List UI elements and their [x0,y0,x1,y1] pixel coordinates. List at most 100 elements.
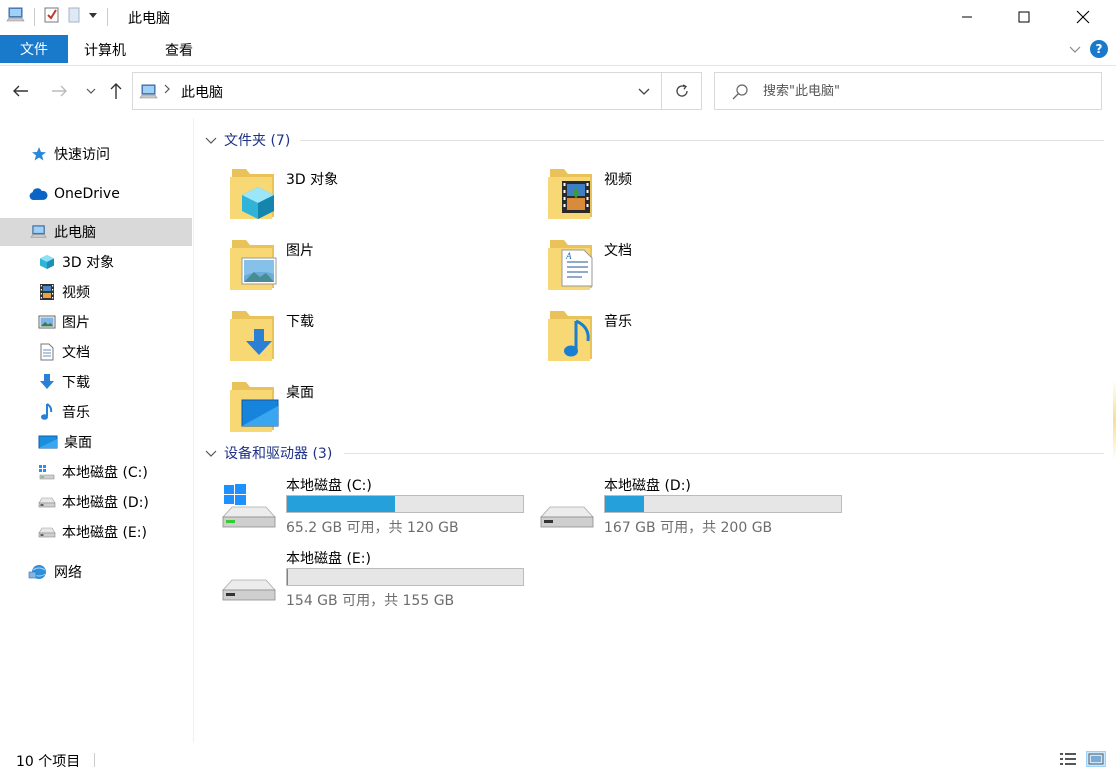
chevron-down-icon[interactable] [637,85,651,101]
breadcrumb-chevron-icon[interactable] [163,83,171,98]
drive-e[interactable]: 本地磁盘 (E:) 154 GB 可用，共 155 GB [222,548,524,610]
minimize-button[interactable] [944,0,990,33]
folder-videos[interactable]: 视频 [546,165,846,229]
sidebar-item-downloads[interactable]: 下载 [0,368,192,396]
status-bar: 10 个项目 [0,745,1116,773]
sidebar-item-documents[interactable]: 文档 [0,338,192,366]
cloud-icon [28,185,48,203]
sidebar-item-this-pc[interactable]: 此电脑 [0,218,192,246]
maximize-button[interactable] [1001,0,1047,33]
status-divider [94,753,95,767]
drive-space-info: 154 GB 可用，共 155 GB [286,593,455,609]
video-icon [548,169,592,219]
window-title: 此电脑 [128,11,170,27]
sidebar-item-label: 本地磁盘 (C:) [62,465,148,481]
folder-desktop[interactable]: 桌面 [228,378,528,442]
sidebar-item-label: 文档 [62,345,90,361]
drive-name: 本地磁盘 (D:) [604,478,691,494]
drive-c[interactable]: 本地磁盘 (C:) 65.2 GB 可用，共 120 GB [222,475,524,537]
folder-label: 桌面 [286,385,314,401]
sidebar-item-label: 桌面 [64,435,92,451]
address-bar[interactable]: 此电脑 [132,72,662,110]
folder-label: 音乐 [604,314,632,330]
group-header-label: 设备和驱动器 (3) [224,446,333,462]
back-button[interactable] [10,80,32,102]
navigation-bar: 此电脑 [0,67,1116,117]
sidebar-item-3d-objects[interactable]: 3D 对象 [0,248,192,276]
cube-icon [230,169,274,219]
sidebar-item-label: 音乐 [62,405,90,421]
drive-usage-fill [287,569,289,585]
customize-toolbar-icon[interactable] [87,9,99,25]
sidebar-item-onedrive[interactable]: OneDrive [0,180,192,208]
sidebar-item-drive-e[interactable]: 本地磁盘 (E:) [0,518,192,546]
group-header-folders[interactable]: 文件夹 (7) [204,130,290,150]
help-button[interactable]: ? [1090,40,1108,58]
search-input[interactable] [763,81,1083,101]
tab-view[interactable]: 查看 [165,40,193,60]
details-view-button[interactable] [1058,751,1078,767]
download-icon [38,373,56,391]
breadcrumb-this-pc[interactable]: 此电脑 [181,82,223,102]
star-icon [30,145,48,163]
title-bar: 此电脑 [0,0,1116,33]
sidebar-item-label: 图片 [62,315,90,331]
refresh-button[interactable] [662,72,702,110]
sidebar-item-label: 本地磁盘 (E:) [62,525,147,541]
folder-downloads[interactable]: 下载 [228,307,528,371]
sidebar-item-pictures[interactable]: 图片 [0,308,192,336]
drive-usage-bar [286,568,524,586]
toolbar-divider [34,8,35,26]
sidebar-item-network[interactable]: 网络 [0,558,192,586]
drive-icon [540,506,594,528]
music-icon [38,403,56,421]
pane-divider[interactable] [193,118,194,743]
sidebar-item-videos[interactable]: 视频 [0,278,192,306]
sidebar-item-label: 网络 [54,565,82,581]
drive-d[interactable]: 本地磁盘 (D:) 167 GB 可用，共 200 GB [540,475,842,537]
folder-label: 3D 对象 [286,172,339,188]
sidebar-item-quick-access[interactable]: 快速访问 [0,140,192,168]
sidebar-item-label: 快速访问 [54,147,110,163]
sidebar-item-label: 下载 [62,375,90,391]
recent-locations-button[interactable] [80,80,102,102]
folder-label: 下载 [286,314,314,330]
svg-text:A: A [565,251,572,261]
desktop-icon [38,433,58,451]
sidebar-item-label: OneDrive [54,186,120,202]
chevron-down-icon [205,450,217,457]
tab-computer[interactable]: 计算机 [84,40,126,60]
drive-usage-bar [286,495,524,513]
ribbon-tabs: 文件 计算机 查看 ? [0,34,1116,66]
up-button[interactable] [105,80,127,102]
details-view-icon [1060,753,1076,765]
sidebar-item-desktop[interactable]: 桌面 [0,428,192,456]
large-icons-view-button[interactable] [1086,751,1106,767]
properties-icon[interactable] [43,6,61,28]
tab-file[interactable]: 文件 [0,35,68,63]
folder-3d-objects[interactable]: 3D 对象 [228,165,528,229]
large-icons-view-icon [1088,753,1104,765]
computer-icon [139,83,159,105]
folder-pictures[interactable]: 图片 [228,236,528,300]
search-box[interactable] [714,72,1102,110]
expand-ribbon-button[interactable] [1068,42,1082,56]
folder-documents[interactable]: A 文档 [546,236,846,300]
forward-button[interactable] [48,80,70,102]
folder-music[interactable]: 音乐 [546,307,846,371]
drive-icon [222,579,276,601]
navigation-pane: 快速访问 OneDrive 此电脑 3D 对象 视频 图片 文档 下载 音乐 桌… [0,132,192,742]
new-folder-icon[interactable] [65,6,83,28]
group-header-devices[interactable]: 设备和驱动器 (3) [204,443,332,463]
desktop-icon [230,382,279,432]
sidebar-item-music[interactable]: 音乐 [0,398,192,426]
drive-icon [38,523,56,541]
drive-space-info: 167 GB 可用，共 200 GB [604,520,773,536]
drive-space-info: 65.2 GB 可用，共 120 GB [286,520,459,536]
close-button[interactable] [1060,0,1106,33]
group-header-label: 文件夹 (7) [224,133,291,149]
computer-icon[interactable] [6,6,26,28]
drive-name: 本地磁盘 (C:) [286,478,372,494]
sidebar-item-drive-d[interactable]: 本地磁盘 (D:) [0,488,192,516]
sidebar-item-drive-c[interactable]: 本地磁盘 (C:) [0,458,192,486]
